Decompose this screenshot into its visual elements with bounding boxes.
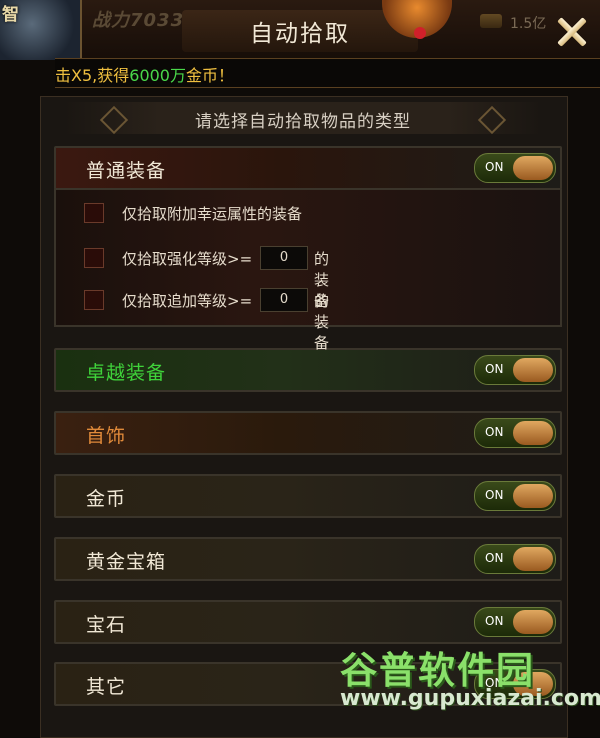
top-hud: 智 战力70338 自动拾取 1.5亿 [0,0,600,60]
category-toggle[interactable]: ON [474,355,556,385]
category-row: 普通装备 ON [54,146,562,190]
category-row: 金币 ON [54,474,562,518]
category-row: 首饰 ON [54,411,562,455]
toggle-label: ON [485,614,504,628]
toggle-knob [513,484,553,508]
class-badge: 智 [2,5,19,25]
category-label: 卓越装备 [86,362,167,384]
luck-checkbox[interactable] [84,203,104,223]
category-row: 黄金宝箱 ON [54,537,562,581]
category-label: 首饰 [86,425,127,447]
category-label: 宝石 [86,614,127,636]
category-toggle[interactable]: ON [474,153,556,183]
toggle-label: ON [485,488,504,502]
window-title: 自动拾取 [250,21,350,47]
ticker-text: 击X5,获得6000万金币！ [55,66,235,85]
close-button[interactable] [550,10,594,54]
toggle-knob [513,421,553,445]
category-toggle[interactable]: ON [474,418,556,448]
category-label: 金币 [86,488,127,510]
announcement-ticker: 击X5,获得6000万金币！ [55,58,600,88]
category-toggle[interactable]: ON [474,607,556,637]
category-label: 黄金宝箱 [86,551,167,573]
toggle-label: ON [485,551,504,565]
toggle-label: ON [485,425,504,439]
category-row: 宝石 ON [54,600,562,644]
gold-icon [480,14,502,28]
category-row: 卓越装备 ON [54,348,562,392]
currency-amount: 1.5亿 [510,16,547,32]
category-toggle[interactable]: ON [474,544,556,574]
category-label: 普通装备 [86,160,167,182]
watermark-url: www.gupuxiazai.com [340,686,600,711]
category-toggle[interactable]: ON [474,481,556,511]
addon-level-input[interactable]: 0 [260,288,308,312]
toggle-knob [513,358,553,382]
toggle-label: ON [485,362,504,376]
notification-dot-icon [414,27,426,39]
toggle-knob [513,547,553,571]
addon-checkbox[interactable] [84,290,104,310]
enhance-level-input[interactable]: 0 [260,246,308,270]
category-label: 其它 [86,676,127,698]
section-header-text: 请选择自动拾取物品的类型 [195,112,411,132]
toggle-knob [513,610,553,634]
toggle-knob [513,156,553,180]
toggle-label: ON [485,160,504,174]
enhance-checkbox[interactable] [84,248,104,268]
